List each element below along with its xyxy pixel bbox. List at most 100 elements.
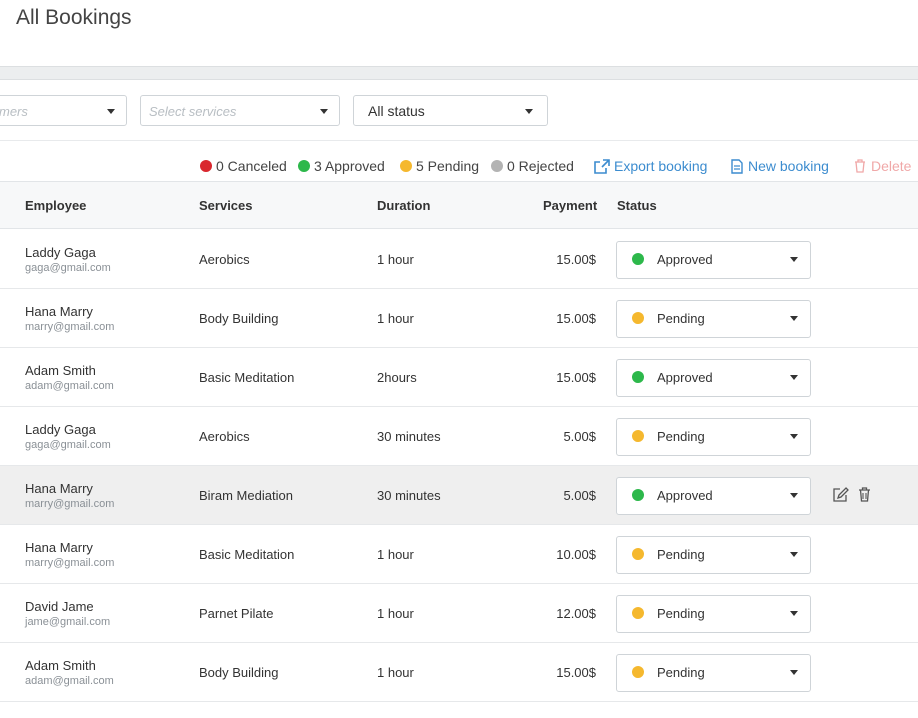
employee-email: marry@gmail.com [25,557,115,569]
employee-name: David Jame [25,599,94,614]
table-row[interactable]: Adam Smith adam@gmail.com Body Building … [0,643,918,702]
edit-icon[interactable] [833,487,849,502]
summary-canceled-label: 0 Canceled [216,158,287,174]
payment-cell: 5.00$ [563,429,596,444]
employee-email: adam@gmail.com [25,380,114,392]
page-title: All Bookings [16,6,132,29]
header-services[interactable]: Services [199,198,253,213]
employee-name: Hana Marry [25,304,93,319]
table-row[interactable]: Hana Marry marry@gmail.com Basic Meditat… [0,525,918,584]
status-filter-value: All status [368,103,425,119]
payment-cell: 5.00$ [563,488,596,503]
status-select[interactable]: Approved [616,477,811,515]
trash-icon [854,159,866,173]
new-booking-label: New booking [748,158,829,174]
status-value: Pending [657,606,705,621]
chevron-down-icon [790,257,798,262]
header-status[interactable]: Status [617,198,657,213]
service-cell: Biram Mediation [199,488,293,503]
chevron-down-icon [790,375,798,380]
payment-cell: 15.00$ [556,311,596,326]
export-icon [594,158,610,174]
status-dot-approved [298,160,310,172]
status-dot-pending [632,430,644,442]
payment-cell: 12.00$ [556,606,596,621]
chevron-down-icon [320,109,328,114]
employee-email: marry@gmail.com [25,321,115,333]
status-value: Pending [657,665,705,680]
chevron-down-icon [790,552,798,557]
duration-cell: 1 hour [377,665,414,680]
table-header: Employee Services Duration Payment Statu… [0,181,918,229]
employee-email: jame@gmail.com [25,616,111,628]
payment-cell: 15.00$ [556,665,596,680]
new-booking-button[interactable]: New booking [731,158,829,174]
service-cell: Basic Meditation [199,547,295,562]
status-value: Approved [657,370,713,385]
status-dot-canceled [200,160,212,172]
status-value: Approved [657,488,713,503]
summary-pending: 5 Pending [400,158,479,174]
delete-button[interactable]: Delete [854,158,911,174]
status-dot-pending [632,548,644,560]
service-cell: Body Building [199,311,279,326]
summary-pending-label: 5 Pending [416,158,480,174]
status-value: Pending [657,429,705,444]
chevron-down-icon [107,109,115,114]
service-cell: Basic Meditation [199,370,295,385]
table-row[interactable]: Laddy Gaga gaga@gmail.com Aerobics 30 mi… [0,407,918,466]
employee-email: gaga@gmail.com [25,262,111,274]
status-dot-rejected [491,160,503,172]
duration-cell: 2hours [377,370,417,385]
status-dot-pending [632,607,644,619]
status-select[interactable]: Pending [616,300,811,338]
delete-label: Delete [871,158,912,174]
header-employee[interactable]: Employee [25,198,86,213]
payment-cell: 10.00$ [556,547,596,562]
service-cell: Parnet Pilate [199,606,274,621]
status-dot-approved [632,253,644,265]
services-filter-placeholder: Select services [149,104,237,119]
status-value: Pending [657,547,705,562]
services-filter-select[interactable]: Select services [140,95,340,126]
table-row[interactable]: Adam Smith adam@gmail.com Basic Meditati… [0,348,918,407]
status-filter-select[interactable]: All status [353,95,548,126]
export-booking-label: Export booking [614,158,708,174]
status-select[interactable]: Pending [616,595,811,633]
chevron-down-icon [790,611,798,616]
customers-filter-select[interactable]: mers [0,95,127,126]
duration-cell: 30 minutes [377,429,441,444]
summary-approved-label: 3 Approved [314,158,385,174]
status-value: Pending [657,311,705,326]
employee-name: Laddy Gaga [25,422,96,437]
divider [0,140,918,141]
duration-cell: 1 hour [377,606,414,621]
chevron-down-icon [790,670,798,675]
table-row[interactable]: Hana Marry marry@gmail.com Body Building… [0,289,918,348]
table-row[interactable]: Laddy Gaga gaga@gmail.com Aerobics 1 hou… [0,230,918,289]
status-select[interactable]: Approved [616,241,811,279]
header-duration[interactable]: Duration [377,198,430,213]
trash-icon[interactable] [858,487,871,502]
payment-cell: 15.00$ [556,370,596,385]
summary-canceled: 0 Canceled [200,158,287,174]
status-select[interactable]: Approved [616,359,811,397]
chevron-down-icon [525,109,533,114]
chevron-down-icon [790,434,798,439]
employee-name: Adam Smith [25,658,96,673]
service-cell: Aerobics [199,252,250,267]
duration-cell: 30 minutes [377,488,441,503]
status-select[interactable]: Pending [616,654,811,692]
table-row[interactable]: David Jame jame@gmail.com Parnet Pilate … [0,584,918,643]
status-select[interactable]: Pending [616,418,811,456]
employee-name: Adam Smith [25,363,96,378]
table-row[interactable]: Hana Marry marry@gmail.com Biram Mediati… [0,466,918,525]
status-select[interactable]: Pending [616,536,811,574]
section-divider-band [0,66,918,80]
chevron-down-icon [790,493,798,498]
status-dot-pending [400,160,412,172]
header-payment[interactable]: Payment [543,198,597,213]
service-cell: Body Building [199,665,279,680]
summary-rejected: 0 Rejected [491,158,574,174]
export-booking-button[interactable]: Export booking [594,158,707,174]
